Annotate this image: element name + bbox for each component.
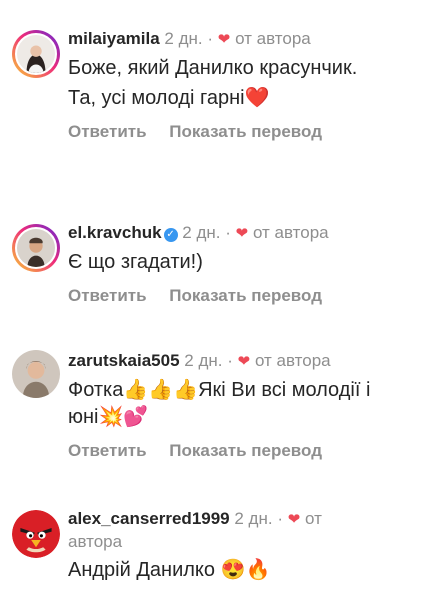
author-label: от автора bbox=[235, 29, 311, 48]
comment-meta: zarutskaia505 2 дн. · ❤ от автора bbox=[68, 350, 413, 373]
comment-line: Андрій Данилко 😍🔥 bbox=[68, 559, 271, 581]
comment-text: Андрій Данилко 😍🔥 bbox=[68, 557, 413, 584]
user-photo bbox=[12, 350, 60, 398]
avatar[interactable] bbox=[12, 350, 60, 398]
heart-icon: ❤ bbox=[237, 353, 251, 370]
separator: · bbox=[227, 351, 233, 370]
comment-text: Боже, який Данилко красунчик. Та, усі мо… bbox=[68, 55, 413, 112]
reply-button[interactable]: Ответить bbox=[68, 122, 147, 141]
comment-meta: alex_canserred1999 2 дн. · ❤ от автора bbox=[68, 508, 413, 553]
avatar[interactable] bbox=[12, 30, 60, 78]
reply-button[interactable]: Ответить bbox=[68, 286, 147, 305]
comment-text: Фотка👍👍👍Які Ви всі молодії і юні💥💕 bbox=[68, 377, 413, 431]
angry-bird-avatar-icon bbox=[12, 510, 60, 558]
timestamp: 2 дн. bbox=[182, 223, 221, 242]
author-label: от автора bbox=[252, 223, 329, 242]
user-photo bbox=[17, 35, 55, 73]
timestamp: 2 дн. bbox=[184, 351, 223, 370]
avatar[interactable] bbox=[12, 510, 60, 558]
comment-actions: Ответить Показать перевод bbox=[68, 441, 413, 461]
show-translation-button[interactable]: Показать перевод bbox=[169, 286, 322, 305]
verified-badge-icon: ✓ bbox=[163, 228, 178, 242]
username[interactable]: el.kravchuk bbox=[68, 223, 162, 242]
comment-line: Та, усі молоді гарні❤️ bbox=[68, 87, 270, 109]
heart-icon: ❤ bbox=[235, 225, 249, 242]
separator: · bbox=[225, 223, 231, 242]
reply-button[interactable]: Ответить bbox=[68, 441, 147, 460]
comment-actions: Ответить Показать перевод bbox=[68, 122, 413, 142]
show-translation-button[interactable]: Показать перевод bbox=[169, 441, 322, 460]
avatar[interactable] bbox=[12, 224, 60, 272]
comment-line: Фотка👍👍👍Які Ви всі молодії і юні💥💕 bbox=[68, 379, 371, 428]
comment-line: Є що згадати!) bbox=[68, 251, 203, 273]
heart-icon: ❤ bbox=[217, 31, 231, 48]
comment-text: Є що згадати!) bbox=[68, 249, 413, 276]
comment-meta: milaiyamila 2 дн. · ❤ от автора bbox=[68, 28, 413, 51]
show-translation-button[interactable]: Показать перевод bbox=[169, 122, 322, 141]
separator: · bbox=[207, 29, 214, 48]
author-label: от автора bbox=[254, 351, 331, 370]
username[interactable]: milaiyamila bbox=[68, 29, 160, 48]
comment-actions: Ответить Показать перевод bbox=[68, 286, 413, 306]
user-photo bbox=[17, 229, 55, 267]
timestamp: 2 дн. bbox=[164, 29, 203, 48]
timestamp: 2 дн. bbox=[234, 509, 273, 528]
comment-line: Боже, який Данилко красунчик. bbox=[68, 57, 358, 79]
username[interactable]: alex_canserred1999 bbox=[68, 509, 230, 528]
comment-meta: el.kravchuk ✓ 2 дн. · ❤ от автора bbox=[68, 222, 413, 245]
separator: · bbox=[277, 509, 283, 528]
heart-icon: ❤ bbox=[287, 511, 301, 528]
username[interactable]: zarutskaia505 bbox=[68, 351, 180, 370]
